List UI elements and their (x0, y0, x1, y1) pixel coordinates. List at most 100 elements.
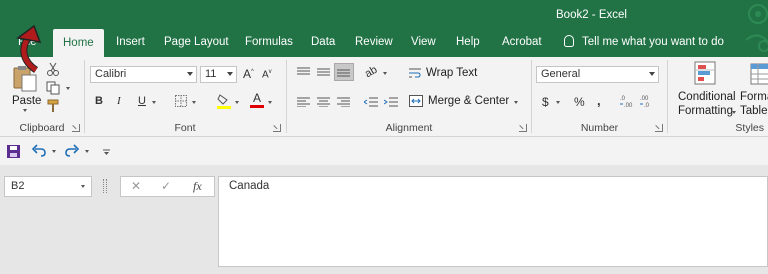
increase-font-size-button[interactable]: A^ (243, 67, 254, 81)
chevron-down-icon (81, 185, 85, 188)
tab-data[interactable]: Data (311, 28, 335, 57)
tab-formulas[interactable]: Formulas (245, 28, 293, 57)
svg-text:.00: .00 (640, 96, 649, 102)
italic-button[interactable]: I (117, 95, 121, 107)
format-as-table-label-2: Table (740, 105, 768, 117)
align-center-icon[interactable] (317, 97, 330, 110)
tab-insert[interactable]: Insert (116, 28, 145, 57)
shrink-font-label: A (262, 69, 269, 81)
tell-me-search[interactable]: Tell me what you want to do (564, 28, 724, 57)
alignment-group-label: Alignment (385, 122, 433, 134)
wrap-text-button[interactable]: Wrap Text (409, 67, 479, 81)
styles-group-label: Styles (735, 122, 764, 134)
middle-align-icon[interactable] (317, 67, 330, 80)
conditional-formatting-button[interactable]: Conditional Formatting (674, 61, 738, 121)
chevron-down-icon[interactable] (85, 150, 89, 153)
clipboard-launcher-icon[interactable] (72, 124, 80, 132)
tab-page-layout[interactable]: Page Layout (164, 28, 229, 57)
name-box[interactable]: B2 (4, 176, 92, 197)
number-group: General $ % , .0.00 .00.0 Number (532, 57, 667, 136)
increase-indent-icon[interactable] (383, 97, 398, 110)
chevron-down-icon (23, 109, 27, 112)
percent-button[interactable]: % (574, 95, 585, 109)
tab-review[interactable]: Review (355, 28, 393, 57)
paste-label: Paste (12, 95, 42, 107)
conditional-formatting-label-1: Conditional (678, 91, 736, 103)
increase-decimal-icon[interactable]: .0.00 (620, 94, 634, 111)
font-group-label: Font (174, 122, 196, 134)
tab-acrobat[interactable]: Acrobat (502, 28, 542, 57)
top-align-icon[interactable] (297, 67, 310, 80)
borders-icon[interactable] (175, 95, 187, 107)
format-as-table-icon (750, 63, 768, 85)
chevron-down-icon (514, 101, 518, 104)
tab-help[interactable]: Help (456, 28, 480, 57)
customize-qat-icon[interactable] (103, 147, 110, 159)
chevron-down-icon[interactable] (52, 150, 56, 153)
merge-center-label: Merge & Center (428, 95, 510, 107)
chevron-down-icon[interactable] (152, 101, 156, 104)
font-launcher-icon[interactable] (273, 124, 281, 132)
currency-button[interactable]: $ (542, 95, 549, 109)
chevron-down-icon[interactable] (268, 101, 272, 104)
decrease-indent-icon[interactable] (363, 97, 378, 110)
align-left-icon[interactable] (297, 97, 310, 110)
alignment-group: ab Wrap Text Merge & Center Alignment (287, 57, 531, 136)
cancel-icon[interactable]: ✕ (131, 179, 141, 193)
chevron-down-icon (732, 111, 736, 114)
format-painter-icon[interactable] (46, 99, 60, 113)
undo-icon[interactable] (31, 144, 46, 160)
insert-function-icon[interactable]: fx (193, 179, 202, 194)
grow-font-label: A (243, 67, 252, 81)
formula-bar-grip[interactable] (103, 179, 107, 193)
comma-style-button[interactable]: , (597, 93, 601, 108)
window-title: Book2 - Excel (556, 9, 627, 21)
chevron-down-icon[interactable] (192, 101, 196, 104)
format-as-table-button[interactable]: Format Table (740, 61, 768, 121)
font-group: Calibri 11 A^ Av B I U A Font (85, 57, 285, 136)
formula-content: Canada (229, 180, 270, 192)
styles-group: Conditional Formatting Format Table Styl… (668, 57, 768, 136)
align-right-icon[interactable] (337, 97, 350, 110)
quick-access-toolbar (0, 137, 768, 165)
conditional-formatting-icon (694, 61, 716, 85)
name-box-value: B2 (11, 180, 25, 192)
redo-icon[interactable] (65, 144, 80, 160)
font-color-swatch (250, 105, 264, 108)
chevron-down-icon[interactable] (383, 72, 387, 75)
number-group-label: Number (580, 122, 619, 134)
format-as-table-label-1: Format (740, 91, 768, 103)
svg-text:.0: .0 (620, 96, 626, 102)
annotation-arrow-icon (16, 24, 42, 73)
font-name-select[interactable]: Calibri (90, 66, 197, 83)
font-color-letter: A (252, 91, 261, 105)
conditional-formatting-label-2: Formatting (678, 105, 733, 117)
alignment-launcher-icon[interactable] (519, 124, 527, 132)
decrease-decimal-icon[interactable]: .00.0 (640, 94, 654, 111)
number-format-select[interactable]: General (536, 66, 659, 83)
lightbulb-icon (564, 35, 574, 47)
svg-text:.0: .0 (644, 103, 650, 108)
enter-icon[interactable]: ✓ (161, 179, 171, 193)
merge-center-button[interactable]: Merge & Center (409, 95, 519, 109)
tab-view[interactable]: View (411, 28, 436, 57)
formula-input[interactable]: Canada (218, 176, 768, 267)
ribbon: Paste Clipboard Calibri 11 A^ Av B I U A… (0, 57, 768, 137)
number-launcher-icon[interactable] (655, 124, 663, 132)
chevron-down-icon[interactable] (235, 101, 239, 104)
font-size-select[interactable]: 11 (200, 66, 237, 83)
svg-text:.00: .00 (624, 103, 633, 108)
chevron-down-icon[interactable] (66, 87, 70, 90)
font-color-icon[interactable]: A (250, 92, 264, 109)
orientation-icon[interactable]: ab (363, 64, 380, 81)
fill-color-icon[interactable] (217, 93, 231, 109)
decrease-font-size-button[interactable]: Av (262, 69, 272, 80)
font-name-value: Calibri (95, 68, 127, 80)
save-icon[interactable] (7, 145, 20, 161)
tab-home[interactable]: Home (53, 29, 104, 57)
underline-button[interactable]: U (138, 95, 146, 107)
chevron-down-icon[interactable] (556, 101, 560, 104)
copy-icon[interactable] (46, 81, 60, 95)
bold-button[interactable]: B (95, 95, 103, 107)
bottom-align-icon[interactable] (334, 63, 354, 81)
